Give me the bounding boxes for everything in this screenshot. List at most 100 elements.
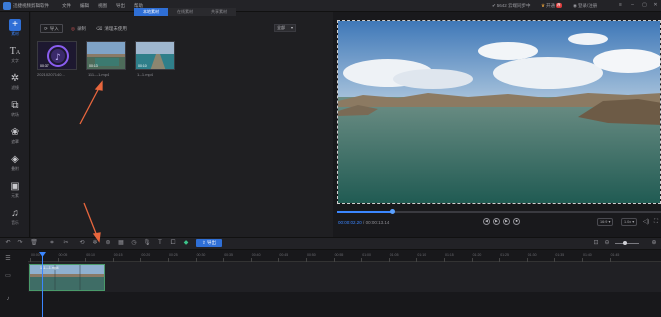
next-frame-icon[interactable]: ▶ — [503, 218, 510, 225]
tick-label: 01:10 — [417, 253, 427, 257]
tab-shared-media[interactable]: 共享素材 — [202, 8, 236, 16]
prev-frame-icon[interactable]: ◀ — [483, 218, 490, 225]
tick-label: 00:00 — [31, 253, 40, 257]
tick-label: 00:30 — [196, 253, 206, 257]
import-icon: ⟳ — [44, 25, 48, 31]
media-item-name: 20210207140... — [37, 72, 65, 77]
record-icon: ◎ — [71, 25, 75, 31]
preview-seek-handle[interactable] — [389, 209, 395, 214]
app-logo-icon — [3, 2, 11, 10]
aspect-ratio-select[interactable]: 16:9 ▾ — [597, 218, 614, 226]
music-icon: ♫ — [11, 208, 19, 219]
timeline-zoom-slider[interactable] — [615, 243, 639, 244]
tick-label: 01:45 — [610, 253, 620, 257]
minimize-icon[interactable]: – — [629, 2, 636, 9]
left-nav: + 素材 TA 文字 ✲ 滤镜 ⧉ 转场 ❀ 遮罩 ◈ 叠附 ▣ 元素 ♫ 音乐 — [0, 12, 30, 237]
timeline-playhead[interactable] — [42, 252, 43, 317]
nav-item-element[interactable]: ▣ 元素 — [0, 178, 30, 205]
tick-label: 01:35 — [555, 253, 565, 257]
chevron-down-icon: ▾ — [632, 220, 635, 224]
export-icon: ⇪ — [201, 240, 206, 245]
tab-local-media[interactable]: 本地素材 — [134, 8, 168, 16]
close-icon[interactable]: ✕ — [652, 2, 659, 9]
delete-icon[interactable]: 🗑 — [30, 239, 38, 247]
import-button[interactable]: ⟳ 导入 — [40, 24, 63, 33]
media-item-video-1[interactable]: 00:13 — [86, 41, 126, 70]
play-icon[interactable]: ▶ — [493, 218, 500, 225]
timeline-clip[interactable]: 111---1.mp4 — [29, 264, 105, 291]
preview-video[interactable] — [337, 20, 661, 204]
tick-label: 01:25 — [500, 253, 509, 257]
video-track-icon: ▭ — [5, 273, 11, 279]
media-item-audio[interactable]: ♪ 00:37 — [37, 41, 77, 70]
menu-icon[interactable]: ≡ — [617, 2, 624, 9]
total-time: 00:00:13.14 — [365, 220, 390, 225]
audio-track-icon: ♪ — [6, 296, 10, 302]
rotate-icon[interactable]: ⟲ — [78, 239, 86, 247]
media-item-name: 1--1.mp4 — [137, 72, 154, 77]
media-filter-select[interactable]: 全部 ▾ — [274, 24, 296, 32]
tick-label: 00:25 — [169, 253, 178, 257]
tab-online-media[interactable]: 在线素材 — [168, 8, 202, 16]
speed-icon[interactable]: ⊛ — [104, 239, 112, 247]
filter-icon: ✲ — [10, 73, 20, 84]
tick-label: 00:35 — [224, 253, 233, 257]
fullscreen-icon[interactable]: ⛶ — [652, 218, 660, 226]
svg-text:♪: ♪ — [55, 53, 61, 63]
duration-icon[interactable]: ◷ — [130, 239, 138, 247]
broom-icon: ⌫ — [96, 25, 103, 31]
redo-icon[interactable]: ↷ — [16, 239, 24, 247]
media-duration: 00:13 — [89, 64, 98, 68]
nav-item-music[interactable]: ♫ 音乐 — [0, 205, 30, 232]
edit-toolbar — [0, 237, 661, 250]
record-button[interactable]: ◎ 录制 — [68, 24, 89, 33]
export-button[interactable]: ⇪ 导出 — [196, 239, 222, 247]
menu-edit[interactable]: 编辑 — [80, 3, 89, 9]
stop-icon[interactable]: ■ — [513, 218, 520, 225]
crop-icon[interactable]: ⌗ — [48, 239, 56, 247]
mosaic-icon[interactable]: ▦ — [117, 239, 125, 247]
vip-button[interactable]: ♛ 开通 荐 — [541, 3, 562, 9]
video-track[interactable] — [28, 262, 661, 292]
track-settings-icon[interactable]: ☰ — [3, 255, 13, 263]
nav-item-media[interactable]: + 素材 — [0, 16, 30, 43]
media-item-video-2[interactable]: 00:10 — [135, 41, 175, 70]
tick-label: 00:05 — [58, 253, 68, 257]
subtitle-icon[interactable]: T — [156, 239, 164, 247]
cloud-sync-status[interactable]: ✔ 5642 云端同步中 — [492, 3, 531, 9]
current-time: 00:00:02.20 — [338, 220, 362, 225]
timeline-zoom-handle[interactable] — [623, 241, 627, 245]
timeline-ruler[interactable] — [28, 252, 661, 262]
split-icon[interactable]: ✂ — [62, 239, 70, 247]
overlay-icon: ❀ — [10, 127, 20, 138]
menu-view[interactable]: 视图 — [98, 3, 107, 9]
voice-record-icon[interactable]: 🎙 — [143, 239, 151, 247]
media-duration: 00:37 — [40, 64, 49, 68]
nav-item-layers[interactable]: ◈ 叠附 — [0, 151, 30, 178]
green-screen-icon[interactable]: ◆ — [182, 239, 190, 247]
menu-file[interactable]: 文件 — [62, 3, 71, 9]
fit-timeline-icon[interactable]: ⊡ — [592, 239, 600, 247]
transition-icon: ⧉ — [11, 100, 19, 111]
nav-item-overlay[interactable]: ❀ 遮罩 — [0, 124, 30, 151]
volume-icon[interactable]: ◁) — [642, 218, 650, 226]
element-icon: ▣ — [10, 181, 20, 192]
login-button[interactable]: ◉ 登录/注册 — [573, 3, 597, 9]
zoom-out-icon[interactable]: ⊖ — [603, 239, 611, 247]
tick-label: 01:40 — [583, 253, 592, 257]
zoom-in-icon[interactable]: ⊕ — [650, 239, 658, 247]
maximize-icon[interactable]: ▢ — [641, 2, 648, 9]
nav-item-transition[interactable]: ⧉ 转场 — [0, 97, 30, 124]
layers-icon: ◈ — [11, 154, 19, 165]
avatar-icon: ◉ — [573, 2, 577, 8]
freeze-frame-icon[interactable]: ❄ — [91, 239, 99, 247]
nav-item-filter[interactable]: ✲ 滤镜 — [0, 70, 30, 97]
chevron-down-icon: ▾ — [290, 25, 293, 30]
picture-in-picture-icon[interactable]: ⧠ — [169, 239, 177, 247]
undo-icon[interactable]: ↶ — [4, 239, 12, 247]
playback-speed-select[interactable]: 1.0x ▾ — [621, 218, 638, 226]
clear-unused-button[interactable]: ⌫ 清理未使用 — [93, 24, 130, 33]
nav-item-text[interactable]: TA 文字 — [0, 43, 30, 70]
app-title: 迅捷视频剪辑软件 — [13, 3, 49, 8]
menu-export[interactable]: 导出 — [116, 3, 125, 9]
